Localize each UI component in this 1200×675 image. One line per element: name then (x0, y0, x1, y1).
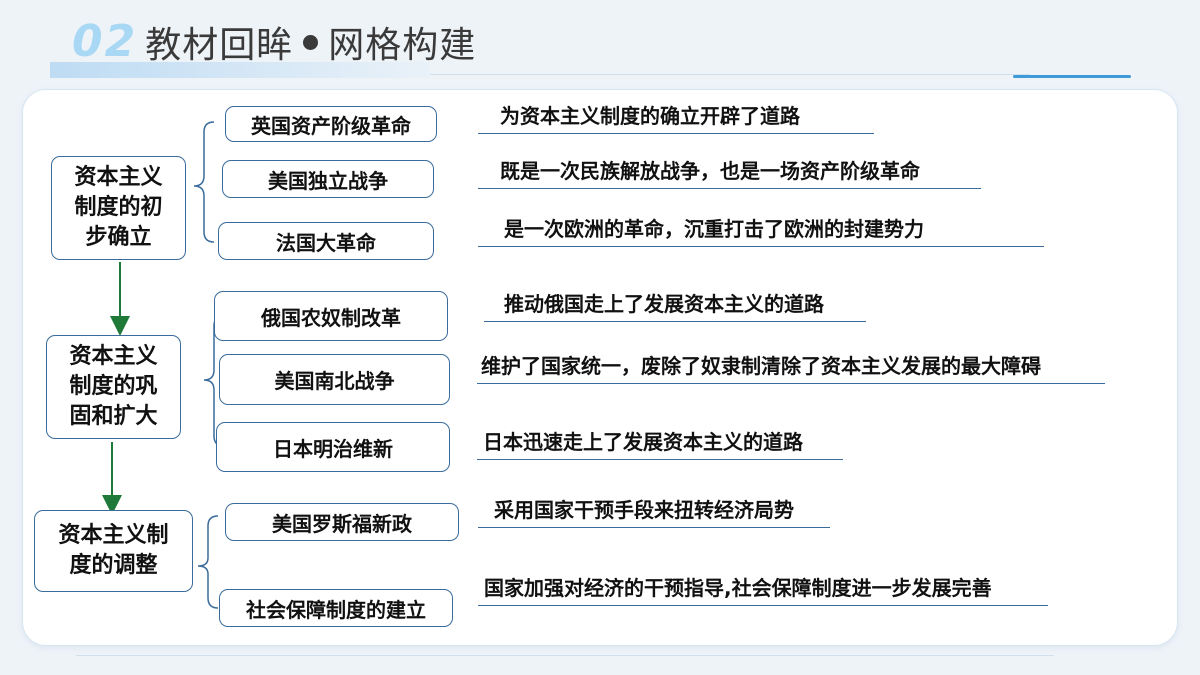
event-american-independence: 美国独立战争 (222, 160, 434, 198)
desc-english-revolution: 为资本主义制度的确立开辟了道路 (478, 100, 874, 134)
brace-group-3 (197, 515, 219, 609)
desc-american-civil-war: 维护了国家统一，废除了奴隶制清除了资本主义发展的最大障碍 (477, 350, 1105, 384)
group-3-label: 资本主义制 度的调整 (34, 510, 193, 592)
event-meiji-restoration: 日本明治维新 (216, 422, 450, 472)
desc-meiji-restoration: 日本迅速走上了发展资本主义的道路 (477, 426, 843, 460)
event-french-revolution: 法国大革命 (218, 222, 434, 260)
group-1-label: 资本主义 制度的初 步确立 (51, 156, 186, 260)
group-2-label: 资本主义 制度的巩 固和扩大 (46, 335, 181, 439)
event-social-security: 社会保障制度的建立 (219, 589, 453, 627)
brace-group-1 (193, 121, 215, 243)
event-english-revolution: 英国资产阶级革命 (225, 106, 437, 142)
desc-french-revolution: 是一次欧洲的革命，沉重打击了欧洲的封建势力 (478, 213, 1044, 247)
desc-social-security: 国家加强对经济的干预指导,社会保障制度进一步发展完善 (478, 572, 1048, 606)
event-new-deal: 美国罗斯福新政 (225, 503, 459, 541)
event-american-civil-war: 美国南北战争 (219, 354, 450, 405)
desc-russian-serf-reform: 推动俄国走上了发展资本主义的道路 (484, 288, 866, 322)
desc-new-deal: 采用国家干预手段来扭转经济局势 (478, 494, 830, 528)
event-russian-serf-reform: 俄国农奴制改革 (214, 291, 448, 341)
desc-american-independence: 既是一次民族解放战争，也是一场资产阶级革命 (478, 155, 981, 189)
